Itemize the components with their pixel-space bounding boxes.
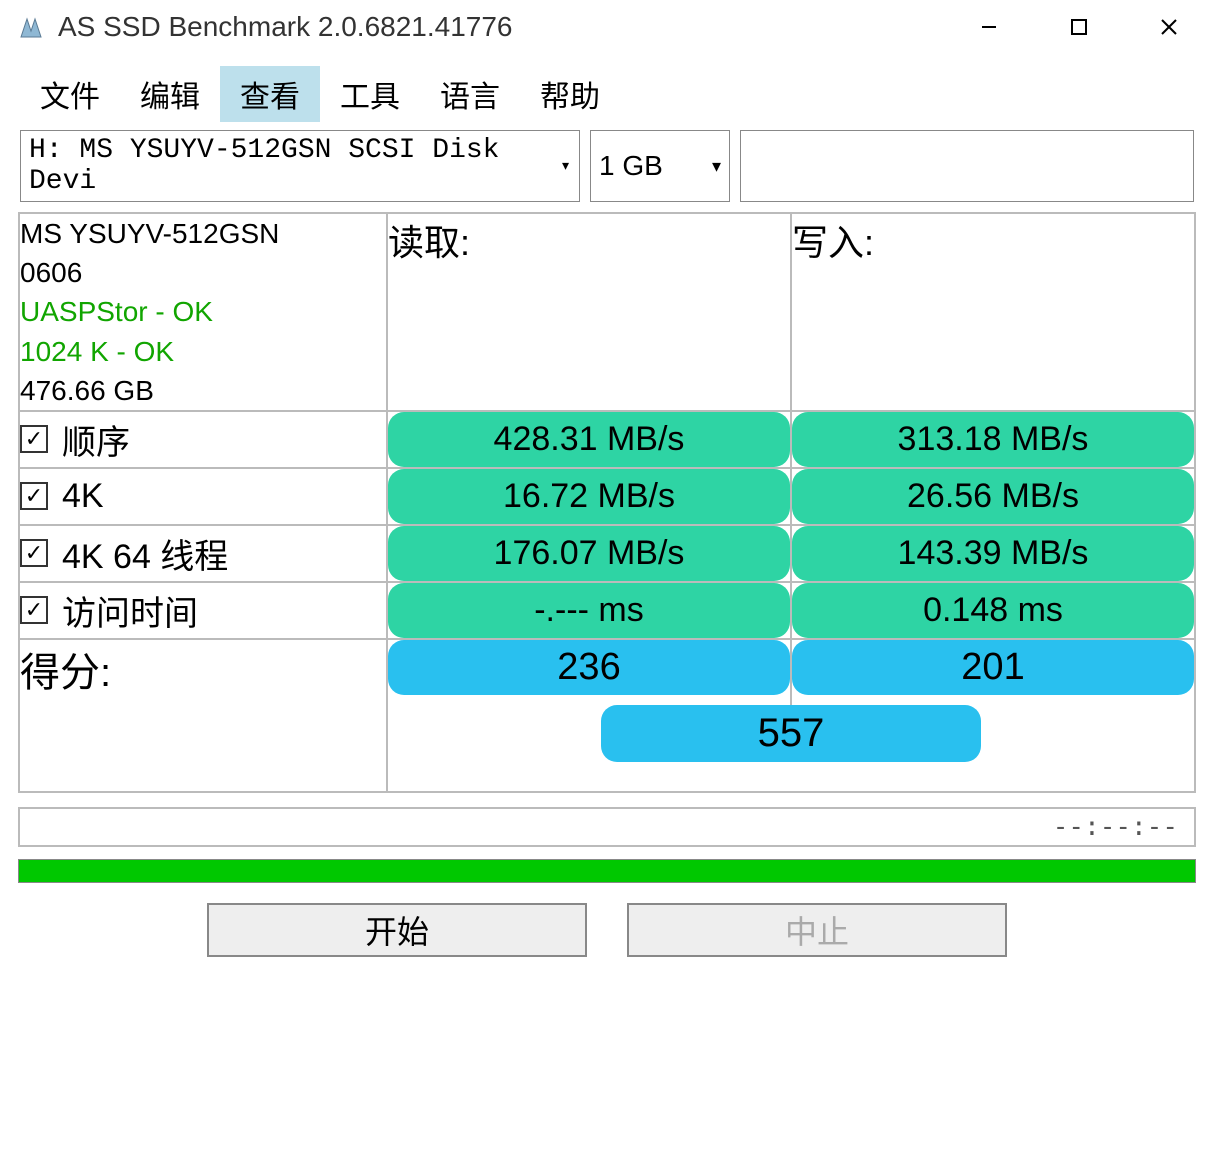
progress-bar (18, 859, 1196, 883)
menu-view[interactable]: 查看 (220, 66, 320, 122)
row-label-4k: 4K (62, 477, 104, 516)
extra-field (740, 130, 1194, 202)
drive-firmware: 0606 (20, 253, 386, 292)
menu-tools[interactable]: 工具 (320, 66, 420, 122)
buttons-row: 开始 中止 (0, 903, 1214, 957)
row-label-seq: 顺序 (62, 415, 130, 464)
timer-display: --:--:-- (18, 807, 1196, 847)
drive-select[interactable]: H: MS YSUYV-512GSN SCSI Disk Devi ▾ (20, 130, 580, 202)
menu-file[interactable]: 文件 (20, 66, 120, 122)
maximize-button[interactable] (1034, 0, 1124, 54)
app-icon (16, 12, 46, 42)
score-read: 236 (388, 640, 790, 695)
checkbox-4k[interactable]: ✓ (20, 482, 48, 510)
row-label-4k64: 4K 64 线程 (62, 529, 228, 578)
table-row-4k64: ✓ 4K 64 线程 176.07 MB/s 143.39 MB/s (19, 525, 1195, 582)
table-row-seq: ✓ 顺序 428.31 MB/s 313.18 MB/s (19, 411, 1195, 468)
size-select-value: 1 GB (599, 150, 663, 182)
table-row-4k: ✓ 4K 16.72 MB/s 26.56 MB/s (19, 468, 1195, 525)
drive-info-cell: MS YSUYV-512GSN 0606 UASPStor - OK 1024 … (19, 213, 387, 411)
results-table: MS YSUYV-512GSN 0606 UASPStor - OK 1024 … (18, 212, 1196, 793)
driver-status: UASPStor - OK (20, 292, 386, 331)
access-read-value: -.--- ms (388, 583, 790, 638)
alignment-status: 1024 K - OK (20, 332, 386, 371)
seq-read-value: 428.31 MB/s (388, 412, 790, 467)
checkbox-seq[interactable]: ✓ (20, 425, 48, 453)
seq-write-value: 313.18 MB/s (792, 412, 1194, 467)
drive-select-value: H: MS YSUYV-512GSN SCSI Disk Devi (29, 135, 552, 197)
chevron-down-icon: ▾ (560, 155, 571, 177)
window-controls (944, 0, 1214, 54)
4k-write-value: 26.56 MB/s (792, 469, 1194, 524)
checkbox-access[interactable]: ✓ (20, 596, 48, 624)
checkbox-4k64[interactable]: ✓ (20, 539, 48, 567)
read-column-header: 读取: (387, 213, 791, 411)
table-row-access: ✓ 访问时间 -.--- ms 0.148 ms (19, 582, 1195, 639)
row-label-access: 访问时间 (62, 586, 198, 635)
size-select[interactable]: 1 GB ▾ (590, 130, 730, 202)
write-column-header: 写入: (791, 213, 1195, 411)
table-row-score: 得分: 236 201 (19, 639, 1195, 705)
score-label: 得分: (19, 639, 387, 792)
titlebar: AS SSD Benchmark 2.0.6821.41776 (0, 0, 1214, 54)
menu-edit[interactable]: 编辑 (120, 66, 220, 122)
close-button[interactable] (1124, 0, 1214, 54)
chevron-down-icon: ▾ (712, 156, 721, 177)
access-write-value: 0.148 ms (792, 583, 1194, 638)
drive-capacity: 476.66 GB (20, 371, 386, 410)
start-button[interactable]: 开始 (207, 903, 587, 957)
score-total: 557 (601, 705, 981, 762)
menubar: 文件 编辑 查看 工具 语言 帮助 (0, 54, 1214, 130)
4k64-read-value: 176.07 MB/s (388, 526, 790, 581)
menu-help[interactable]: 帮助 (520, 66, 620, 122)
selector-row: H: MS YSUYV-512GSN SCSI Disk Devi ▾ 1 GB… (0, 130, 1214, 212)
score-write: 201 (792, 640, 1194, 695)
menu-language[interactable]: 语言 (420, 66, 520, 122)
drive-model: MS YSUYV-512GSN (20, 214, 386, 253)
4k64-write-value: 143.39 MB/s (792, 526, 1194, 581)
minimize-button[interactable] (944, 0, 1034, 54)
4k-read-value: 16.72 MB/s (388, 469, 790, 524)
timer-value: --:--:-- (1053, 812, 1178, 842)
stop-button: 中止 (627, 903, 1007, 957)
window-title: AS SSD Benchmark 2.0.6821.41776 (58, 11, 944, 43)
